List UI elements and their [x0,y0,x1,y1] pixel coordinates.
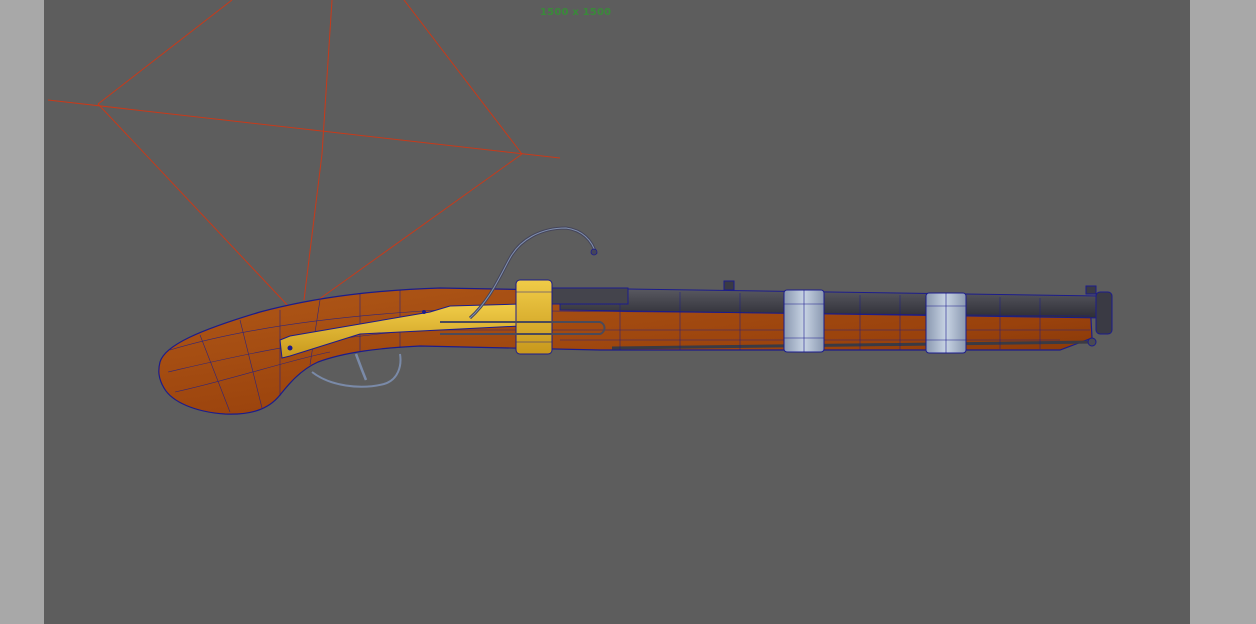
lock-pin [287,345,293,351]
gun-muzzle [1095,291,1113,335]
camera-frustum-icon[interactable] [47,0,561,311]
rear-sight [723,280,735,291]
viewport-scene[interactable] [0,0,1256,624]
brass-collar [515,279,553,355]
matchlock-gun-model[interactable] [158,226,1113,415]
flash-pan [551,287,629,305]
front-sight [1085,285,1097,295]
3d-viewport[interactable]: 1500 x 1500 [0,0,1256,624]
lock-pin-2 [422,310,426,314]
trigger [354,353,368,381]
maya-viewport-window: 1500 x 1500 [0,0,1256,624]
ramrod-tip [1087,337,1097,347]
